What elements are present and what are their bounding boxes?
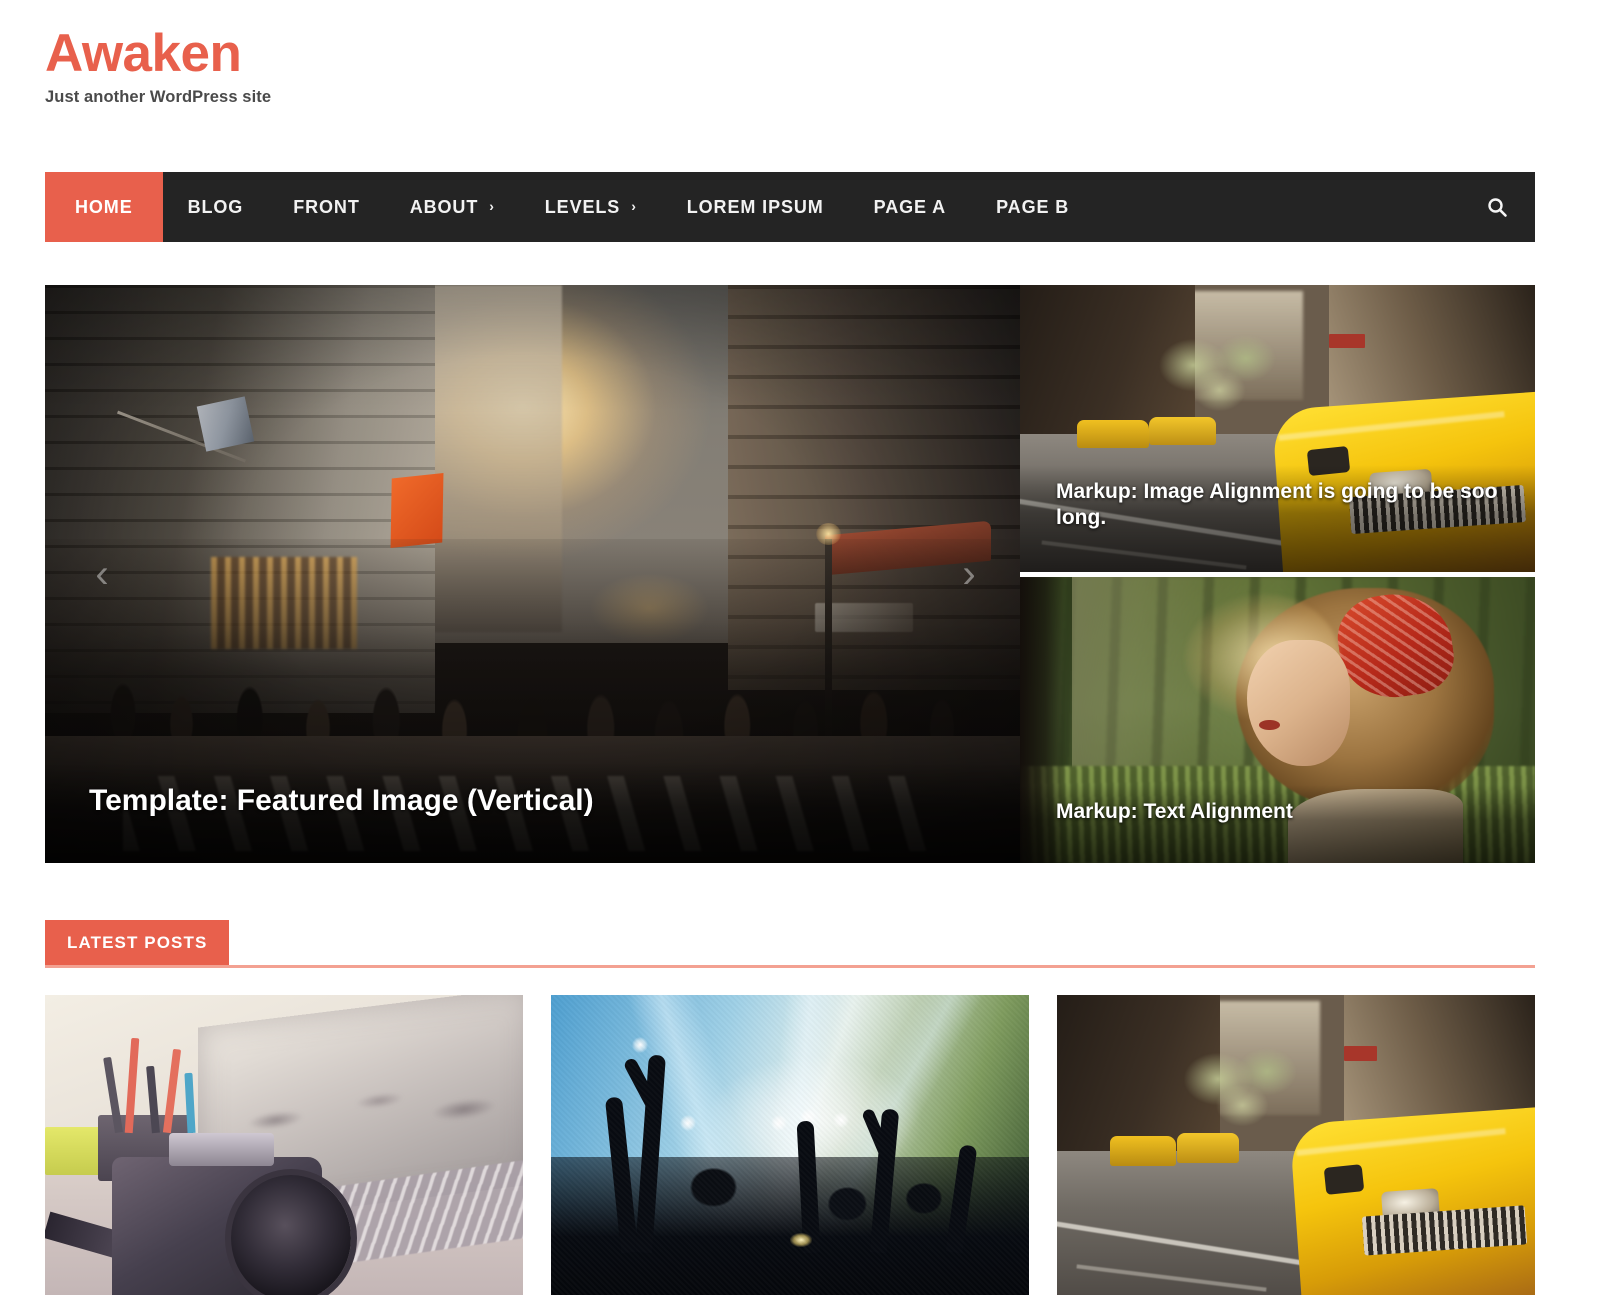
- featured-slide-main[interactable]: ‹ › Template: Featured Image (Vertical): [45, 285, 1020, 863]
- nav-item-label: PAGE B: [996, 196, 1070, 217]
- chevron-right-icon: ›: [489, 198, 495, 214]
- nav-item-levels[interactable]: LEVELS ›: [520, 172, 662, 242]
- featured-side-column: Markup: Image Alignment is going to be s…: [1020, 285, 1535, 863]
- nav-item-label: LEVELS: [544, 196, 621, 217]
- latest-posts-title: LATEST POSTS: [45, 920, 230, 965]
- post-thumbnail-concert-crowd: [551, 995, 1029, 1295]
- page-root: Awaken Just another WordPress site HOME …: [0, 0, 1600, 1295]
- nav-item-label: PAGE A: [873, 196, 947, 217]
- featured-slider-section: ‹ › Template: Featured Image (Vertical): [45, 285, 1535, 863]
- post-card[interactable]: [551, 995, 1029, 1295]
- post-thumbnail-camera-laptop: [45, 995, 523, 1295]
- featured-slide-caption[interactable]: Markup: Text Alignment: [1020, 784, 1535, 863]
- site-title[interactable]: Awaken: [45, 26, 1535, 82]
- post-card[interactable]: [1057, 995, 1535, 1295]
- latest-posts-grid: [45, 995, 1535, 1295]
- nav-item-page-b[interactable]: PAGE B: [971, 172, 1094, 242]
- nav-item-label: ABOUT: [409, 196, 479, 217]
- post-card[interactable]: [45, 995, 523, 1295]
- slider-prev-button[interactable]: ‹: [81, 548, 123, 600]
- nav-item-label: FRONT: [293, 196, 360, 217]
- site-header: Awaken Just another WordPress site: [45, 26, 1535, 136]
- main-navigation: HOME BLOG FRONT ABOUT › LEVELS › LOREM I…: [45, 172, 1535, 242]
- featured-slide-caption[interactable]: Template: Featured Image (Vertical): [45, 761, 1020, 863]
- nav-item-blog[interactable]: BLOG: [163, 172, 269, 242]
- nav-item-label: HOME: [75, 196, 133, 217]
- nav-item-label: BLOG: [187, 196, 244, 217]
- chevron-right-icon: ›: [631, 198, 637, 214]
- search-toggle-button[interactable]: [1459, 172, 1535, 242]
- nav-item-label: LOREM IPSUM: [686, 196, 824, 217]
- featured-slide-secondary-1[interactable]: Markup: Image Alignment is going to be s…: [1020, 285, 1535, 572]
- latest-posts-header: LATEST POSTS: [45, 920, 1535, 970]
- nav-item-home[interactable]: HOME: [45, 172, 163, 242]
- nav-list: HOME BLOG FRONT ABOUT › LEVELS › LOREM I…: [45, 172, 1459, 242]
- section-divider: [45, 965, 1535, 968]
- nav-item-front[interactable]: FRONT: [268, 172, 385, 242]
- nav-item-lorem-ipsum[interactable]: LOREM IPSUM: [662, 172, 849, 242]
- post-thumbnail-yellow-taxi: [1057, 995, 1535, 1295]
- nav-item-page-a[interactable]: PAGE A: [849, 172, 971, 242]
- slider-next-button[interactable]: ›: [948, 548, 990, 600]
- featured-slide-caption[interactable]: Markup: Image Alignment is going to be s…: [1020, 465, 1535, 572]
- site-tagline: Just another WordPress site: [45, 87, 272, 106]
- search-icon: [1488, 198, 1507, 217]
- nav-item-about[interactable]: ABOUT ›: [385, 172, 520, 242]
- featured-slide-secondary-2[interactable]: Markup: Text Alignment: [1020, 576, 1535, 863]
